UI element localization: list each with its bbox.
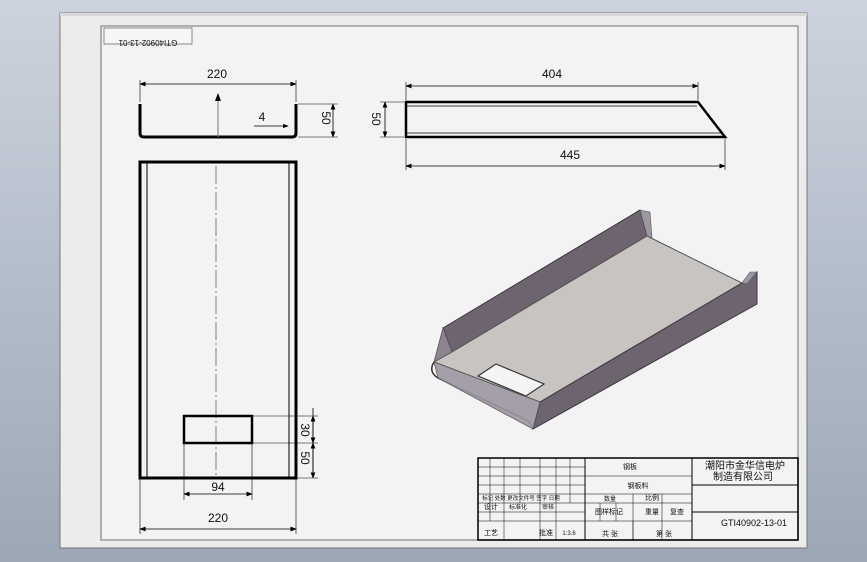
plan-width-dim: 220 — [208, 511, 228, 525]
tb-checked: 标准化 — [509, 503, 527, 511]
tb-scale: 比例 — [645, 493, 659, 502]
tb-approved: 批准 — [539, 528, 553, 537]
tb-recheck: 复查 — [670, 507, 684, 516]
slot-width-dim: 94 — [211, 480, 225, 494]
tb-approval-row: 标记 处数 更改文件号 签字 日期 — [482, 494, 560, 502]
tb-scale-value: 1:3.6 — [562, 531, 576, 537]
tb-reviewed: 审核 — [542, 503, 554, 511]
tb-design: 设计 — [484, 502, 498, 511]
tb-sheet-no: 第 张 — [656, 529, 672, 538]
front-inner-dim: 4 — [259, 110, 266, 124]
tb-drawing-number: GTI40902-13-01 — [721, 518, 787, 528]
side-height: 50 — [369, 112, 383, 126]
side-top-length: 404 — [542, 67, 562, 81]
side-bottom-length: 445 — [560, 148, 580, 162]
tb-quantity: 数量 — [604, 495, 616, 503]
front-width-dim: 220 — [207, 67, 227, 81]
tb-company-line2: 制造有限公司 — [713, 470, 773, 483]
cad-drawing-canvas: GTI40902-13-01 220 4 50 30 50 94 220 404… — [59, 12, 808, 549]
mirrored-drawing-number: GTI40902-13-01 — [118, 38, 177, 47]
tb-company-line1: 潮阳市金华信电炉 — [705, 459, 785, 472]
front-height-dim: 50 — [319, 111, 333, 125]
slot-height-a: 30 — [298, 423, 312, 437]
tb-process: 工艺 — [484, 529, 498, 537]
slot-height-b: 50 — [298, 451, 312, 465]
tb-weight: 重量 — [645, 508, 659, 516]
tb-sheets-total: 共 张 — [602, 529, 618, 538]
tb-part-name: 钢板料 — [628, 481, 649, 490]
mirrored-number-box: GTI40902-13-01 — [103, 27, 193, 47]
tb-drawing-mark: 图样标记 — [595, 507, 623, 516]
sheet-top-strip — [60, 13, 807, 16]
tb-material: 钢板 — [623, 462, 637, 471]
